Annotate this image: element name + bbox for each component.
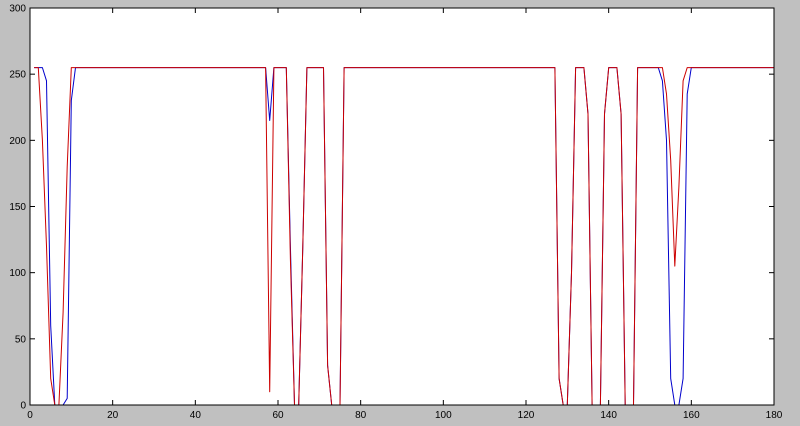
- chart-figure: 0 20 40 60 80 100 120 140 160 180 0 50 100 150 200 250 3…: [0, 0, 800, 426]
- x-tick-label: 60: [272, 410, 284, 421]
- x-tick-label: 160: [683, 410, 700, 421]
- x-tick-label: 180: [766, 410, 783, 421]
- y-tick-label: 200: [9, 136, 26, 147]
- y-tick-label: 50: [15, 334, 27, 345]
- x-tick-label: 100: [435, 410, 452, 421]
- x-tick-label: 120: [518, 410, 535, 421]
- y-tick-label: 300: [9, 4, 26, 15]
- y-tick-label: 150: [9, 202, 26, 213]
- y-tick-label: 0: [20, 401, 26, 412]
- y-tick-label: 100: [9, 268, 26, 279]
- x-tick-label: 80: [355, 410, 367, 421]
- x-tick-label: 40: [190, 410, 202, 421]
- y-tick-label: 250: [9, 70, 26, 81]
- x-tick-label: 0: [27, 410, 33, 421]
- x-tick-label: 140: [600, 410, 617, 421]
- x-tick-label: 20: [107, 410, 119, 421]
